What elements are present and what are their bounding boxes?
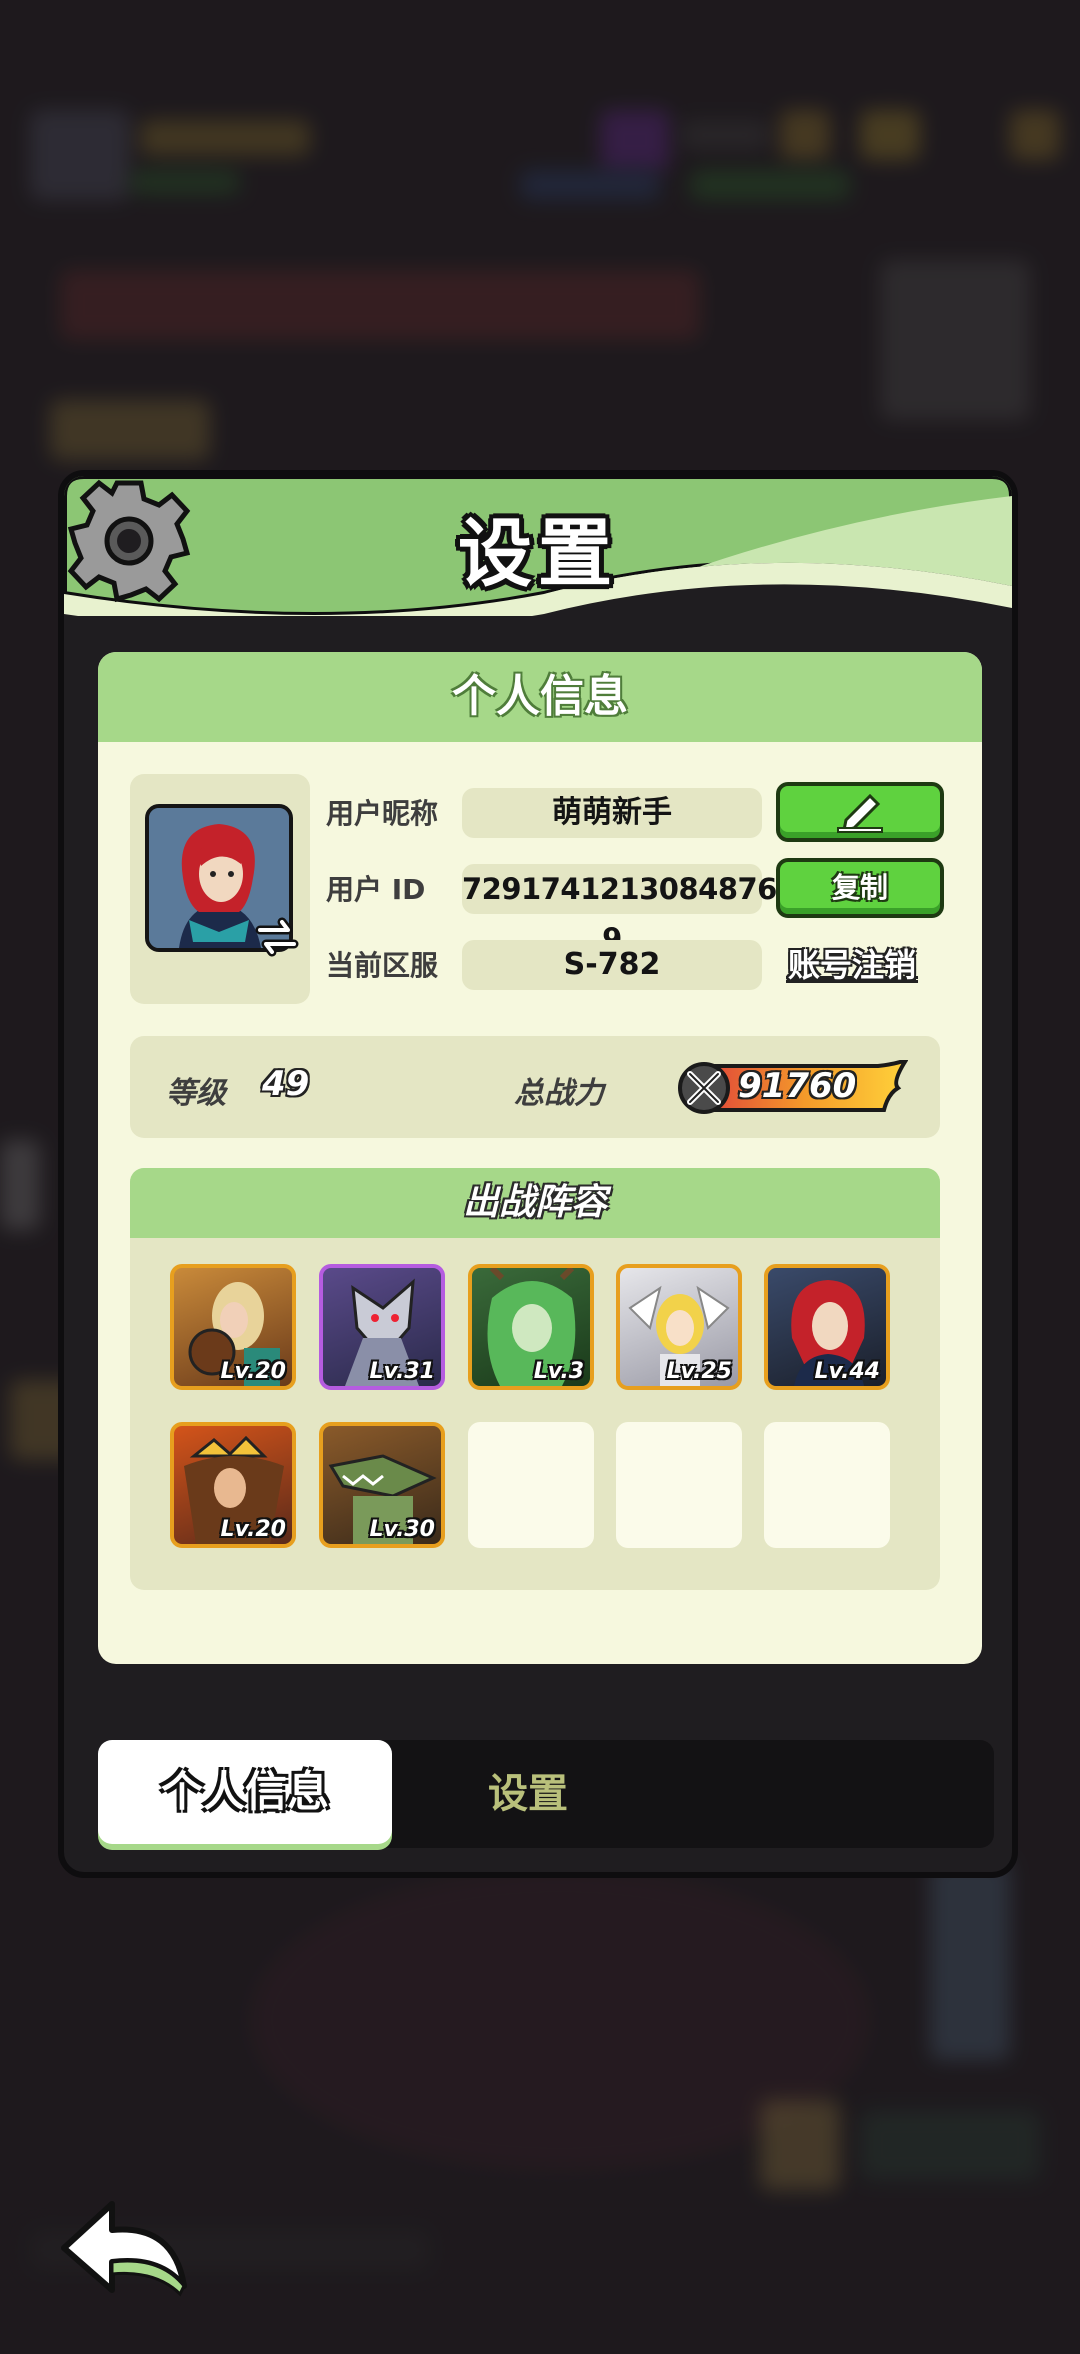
server-label: 当前区服 [326,949,439,982]
account-cancel-link[interactable]: 账号注销 [788,940,916,986]
hero-level: Lv.3 [533,1359,584,1384]
hero-level: Lv.25 [666,1359,732,1384]
hero-level: Lv.30 [369,1517,435,1542]
server-value: S-782 [462,940,762,990]
user-id-label: 用户 ID [326,873,426,906]
nickname-value: 萌萌新手 [462,788,762,838]
tab-personal-info[interactable]: 个人信息 [98,1740,392,1844]
battle-lineup: 出战阵容 Lv.20 Lv.31 Lv.3 Lv.25 Lv.44 Lv.20 … [130,1168,940,1590]
tab-settings[interactable]: 设置 [398,1740,658,1848]
power-label: 总战力 [514,1076,604,1111]
hero-slot[interactable]: Lv.30 [319,1422,445,1548]
switch-arrows-icon[interactable] [254,914,300,960]
nickname-label: 用户昵称 [326,797,439,830]
avatar-card[interactable] [130,774,310,1004]
user-id-value: 7291741213084876 9 [462,864,777,956]
hero-level: Lv.20 [220,1517,286,1542]
empty-hero-slot[interactable] [468,1422,594,1548]
edit-pencil-icon [837,793,883,833]
personal-info-panel: 个人信息 用户昵称 萌萌新手 用户 ID 7291741213084876 9 … [98,652,982,1664]
hero-slot[interactable]: Lv.25 [616,1264,742,1390]
level-value: 49 [262,1064,310,1104]
hero-slot[interactable]: Lv.44 [764,1264,890,1390]
power-value: 91760 [738,1066,857,1106]
hero-slot[interactable]: Lv.3 [468,1264,594,1390]
edit-nickname-button[interactable] [776,782,944,842]
dialog-header: 设置 [64,476,1012,616]
hero-slot[interactable]: Lv.31 [319,1264,445,1390]
empty-hero-slot[interactable] [764,1422,890,1548]
hero-level: Lv.20 [220,1359,286,1384]
back-arrow-icon[interactable] [56,2190,196,2300]
tab-bar: 个人信息 设置 [98,1740,994,1848]
stats-bar: 等级 49 总战力 91760 [130,1036,940,1138]
hero-slot[interactable]: Lv.20 [170,1422,296,1548]
hero-level: Lv.44 [814,1359,880,1384]
hero-slot[interactable]: Lv.20 [170,1264,296,1390]
lineup-title: 出战阵容 [130,1168,940,1238]
copy-id-button[interactable]: 复制 [776,858,944,918]
settings-dialog: 设置 个人信息 用户昵称 萌萌新手 用户 ID 7291741213084876… [58,470,1018,1878]
section-title: 个人信息 [98,652,982,742]
hero-level: Lv.31 [369,1359,435,1384]
dialog-title: 设置 [458,511,618,597]
empty-hero-slot[interactable] [616,1422,742,1548]
level-label: 等级 [166,1076,226,1111]
